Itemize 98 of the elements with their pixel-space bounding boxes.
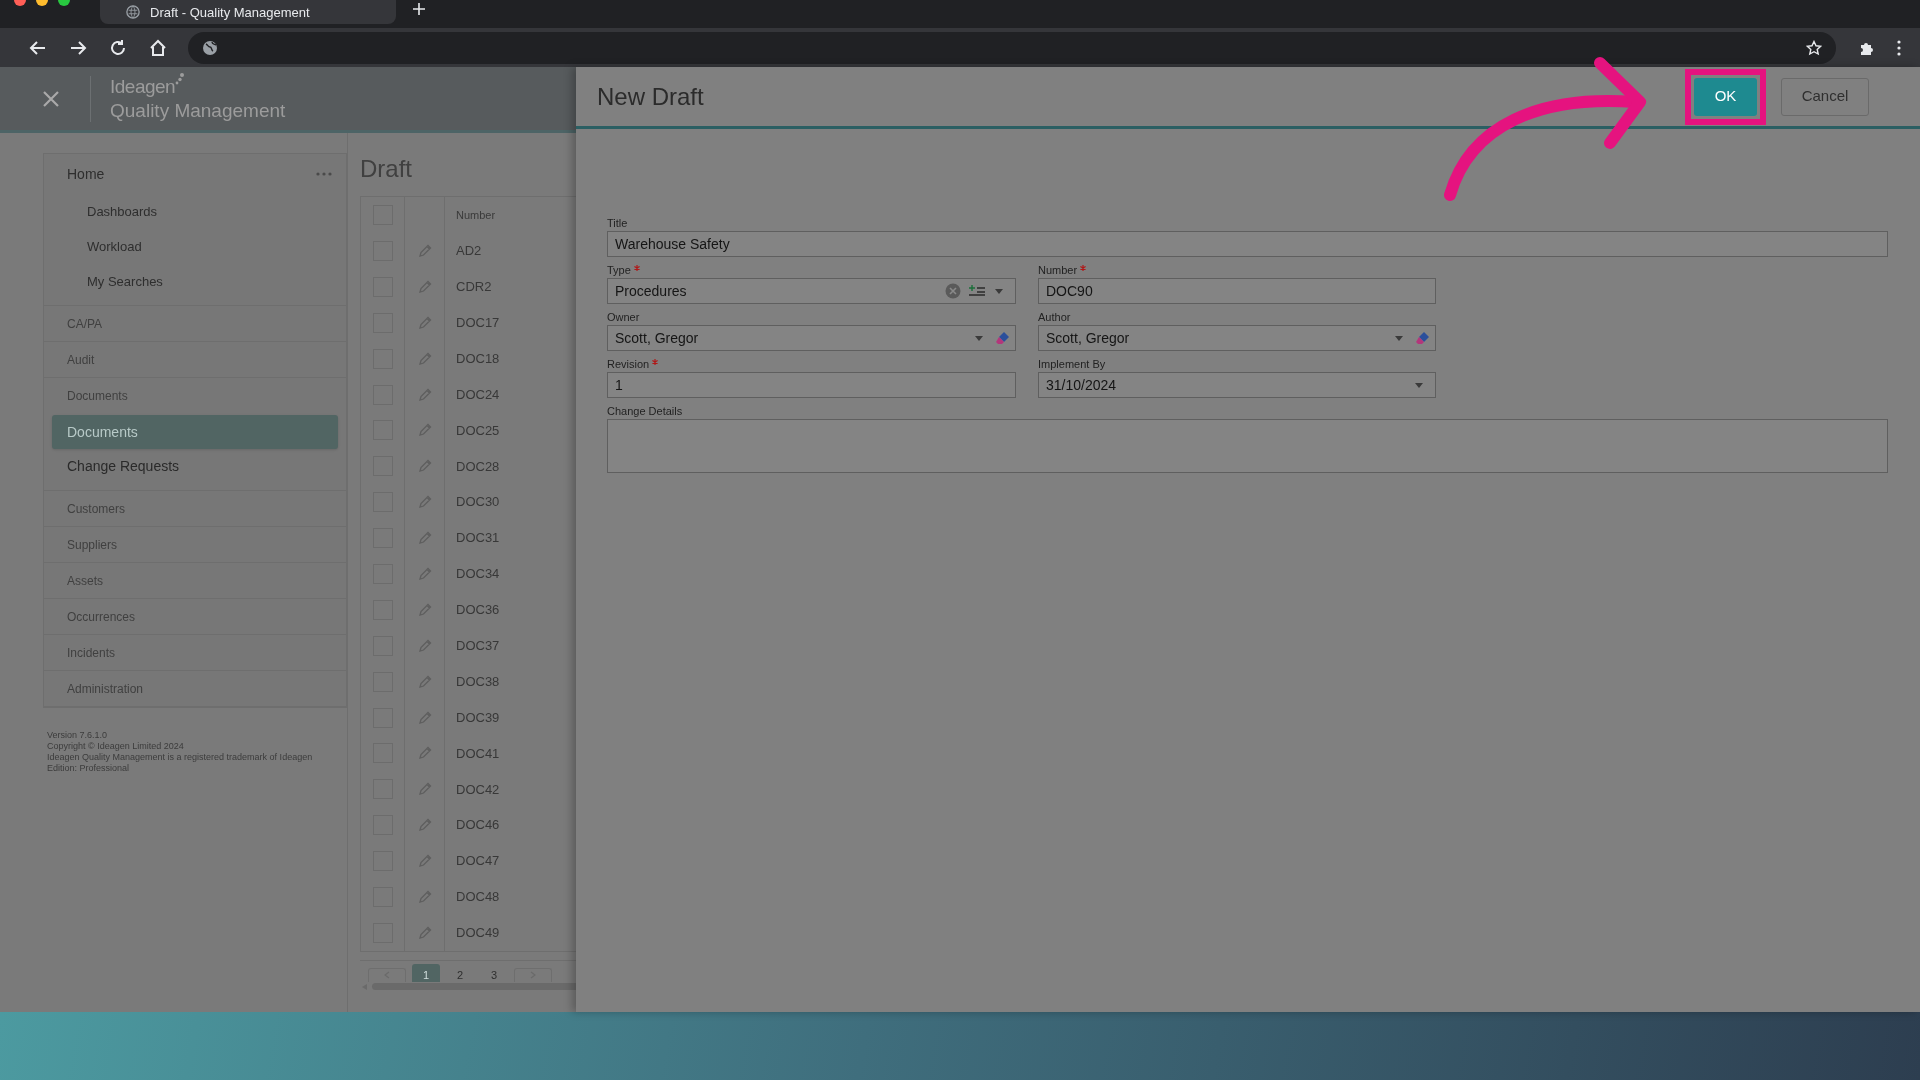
sidebar-item[interactable]: Dashboards xyxy=(44,194,346,229)
page-button[interactable]: 3 xyxy=(480,963,508,982)
table-cell-text: DOC17 xyxy=(455,313,500,332)
browser-tab[interactable]: Draft - Quality Management xyxy=(100,0,396,24)
dropdown-caret-icon[interactable] xyxy=(1395,335,1403,341)
more-options-icon[interactable] xyxy=(316,172,332,176)
home-icon[interactable] xyxy=(148,37,168,58)
table-cell-text: DOC34 xyxy=(455,565,500,584)
table-cell-text: DOC38 xyxy=(455,672,500,691)
pencil-icon[interactable] xyxy=(417,387,432,402)
field-label: Title xyxy=(607,216,628,231)
sidebar-section[interactable]: Home xyxy=(67,163,105,185)
table-cell-text: DOC42 xyxy=(455,780,500,799)
page-title: Draft xyxy=(360,155,413,183)
sidebar-section[interactable]: Occurrences xyxy=(67,607,136,626)
brand-logo: Ideagen xyxy=(110,74,176,99)
bookmark-star-icon[interactable] xyxy=(1806,39,1822,56)
pencil-icon[interactable] xyxy=(417,315,432,330)
footer-text: Edition: Professional xyxy=(47,763,131,774)
add-list-icon[interactable] xyxy=(969,285,985,297)
dropdown-caret-icon[interactable] xyxy=(975,335,983,341)
sidebar-section[interactable]: Audit xyxy=(67,350,95,369)
table-cell-text: DOC37 xyxy=(455,637,500,655)
textarea-field[interactable] xyxy=(607,419,1888,473)
field-label: Owner xyxy=(607,310,640,325)
column-header[interactable]: Number xyxy=(445,206,496,224)
pencil-icon[interactable] xyxy=(417,925,432,940)
ok-button[interactable]: OK xyxy=(1694,77,1757,116)
table-cell-text: DOC48 xyxy=(455,888,500,907)
horizontal-scrollbar[interactable] xyxy=(372,983,576,991)
dropdown-field[interactable]: Scott, Gregor xyxy=(1038,325,1436,351)
table-cell-text: AD2 xyxy=(455,242,482,261)
pencil-icon[interactable] xyxy=(417,674,432,689)
table-cell-text: DOC49 xyxy=(455,924,500,943)
eraser-icon[interactable] xyxy=(1415,330,1431,346)
pencil-icon[interactable] xyxy=(417,854,432,869)
pencil-icon[interactable] xyxy=(417,243,432,258)
field-label: Type xyxy=(607,263,631,278)
pencil-icon[interactable] xyxy=(417,818,432,833)
product-name: Quality Management xyxy=(110,98,286,123)
reload-icon[interactable] xyxy=(108,37,128,58)
table-cell-text: DOC25 xyxy=(455,421,500,440)
close-icon[interactable] xyxy=(42,89,60,108)
input-field[interactable]: 1 xyxy=(607,372,1016,398)
sidebar-item[interactable]: Change Requests xyxy=(44,449,346,484)
page-button[interactable]: 1 xyxy=(412,963,440,982)
pencil-icon[interactable] xyxy=(417,351,432,366)
globe-icon xyxy=(126,5,140,19)
pencil-icon[interactable] xyxy=(417,566,432,581)
table-cell-text: DOC36 xyxy=(455,601,500,620)
cancel-button[interactable]: Cancel xyxy=(1781,77,1869,116)
pencil-icon[interactable] xyxy=(417,279,432,294)
pencil-icon[interactable] xyxy=(417,746,432,761)
field-label: Author xyxy=(1038,310,1071,325)
sidebar-item[interactable]: Workload xyxy=(44,229,346,264)
table-cell-text: DOC18 xyxy=(455,349,500,368)
dropdown-caret-icon[interactable] xyxy=(995,288,1003,294)
table-cell-text: DOC30 xyxy=(455,493,500,512)
table-cell-text: DOC31 xyxy=(455,529,500,548)
dropdown-field[interactable]: Procedures xyxy=(607,278,1016,304)
new-tab-icon[interactable] xyxy=(412,2,426,16)
tab-title: Draft - Quality Management xyxy=(150,5,310,19)
sidebar-item[interactable]: Documents xyxy=(52,415,338,449)
field-label: Implement By xyxy=(1038,357,1106,372)
dropdown-field[interactable]: Scott, Gregor xyxy=(607,325,1016,351)
eraser-icon[interactable] xyxy=(995,330,1011,346)
input-field[interactable]: Warehouse Safety xyxy=(607,231,1888,257)
pencil-icon[interactable] xyxy=(417,782,432,797)
table-cell-text: DOC39 xyxy=(455,708,500,727)
pencil-icon[interactable] xyxy=(417,638,432,653)
pencil-icon[interactable] xyxy=(417,459,432,474)
field-label: Number xyxy=(1038,263,1078,278)
dropdown-caret-icon[interactable] xyxy=(1415,382,1423,388)
pencil-icon[interactable] xyxy=(417,495,432,510)
pencil-icon[interactable] xyxy=(417,710,432,725)
globe-icon xyxy=(202,39,218,56)
sidebar-item[interactable]: My Searches xyxy=(44,264,346,299)
clear-icon[interactable] xyxy=(945,283,961,299)
pencil-icon[interactable] xyxy=(417,423,432,438)
logo-dots-icon xyxy=(175,72,186,85)
pencil-icon[interactable] xyxy=(417,889,432,904)
table-cell-text: DOC28 xyxy=(455,457,500,476)
field-label: Change Details xyxy=(607,404,683,419)
input-field[interactable]: DOC90 xyxy=(1038,278,1436,304)
sidebar-section[interactable]: Administration xyxy=(67,679,144,698)
pencil-icon[interactable] xyxy=(417,602,432,617)
table-cell-text: DOC24 xyxy=(455,385,500,404)
table-cell-text: DOC47 xyxy=(455,852,500,871)
more-menu-icon[interactable] xyxy=(1896,39,1902,56)
sidebar-section[interactable]: Incidents xyxy=(67,643,116,662)
page-button[interactable]: 2 xyxy=(446,963,474,982)
table-cell-text: DOC41 xyxy=(455,744,500,763)
pencil-icon[interactable] xyxy=(417,531,432,546)
field-label: Revision xyxy=(607,357,650,372)
table-cell-text: DOC46 xyxy=(455,816,500,835)
date-field[interactable]: 31/10/2024 xyxy=(1038,372,1436,398)
dialog-title: New Draft xyxy=(597,81,704,112)
table-cell-text: CDR2 xyxy=(455,278,492,297)
